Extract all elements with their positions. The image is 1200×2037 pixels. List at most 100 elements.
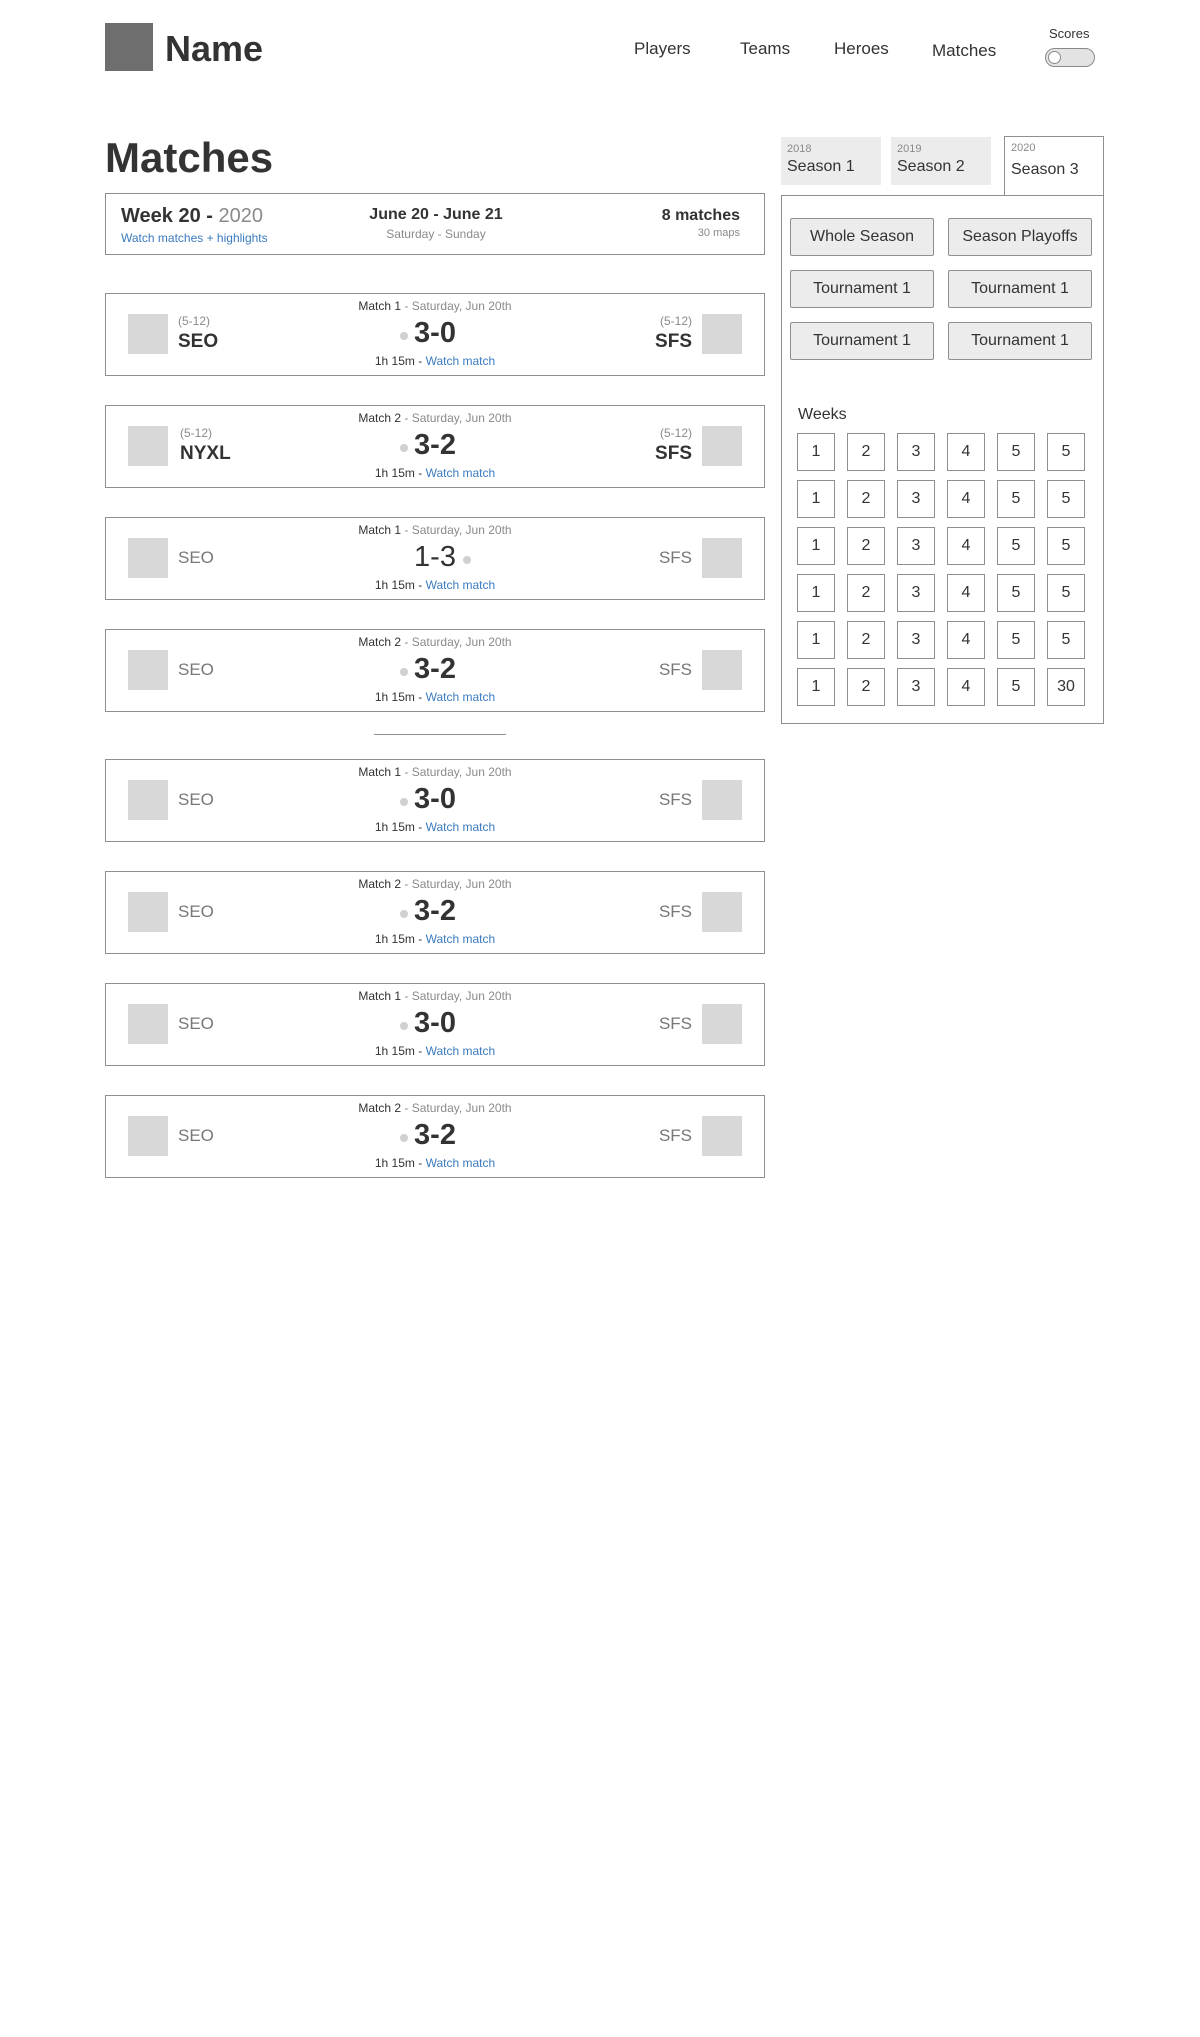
logo-icon[interactable] — [105, 23, 153, 71]
match-card[interactable]: Match 1 - Saturday, Jun 20th SEO 1-3 SFS… — [105, 517, 765, 600]
match-card[interactable]: Match 2 - Saturday, Jun 20th SEO 3-2 SFS… — [105, 1095, 765, 1178]
week-button[interactable]: 4 — [947, 574, 985, 612]
week-button[interactable]: 3 — [897, 621, 935, 659]
week-button[interactable]: 5 — [997, 527, 1035, 565]
watch-match-link[interactable]: Watch match — [426, 932, 496, 946]
week-days: Saturday - Sunday — [386, 227, 486, 241]
week-button[interactable]: 4 — [947, 668, 985, 706]
match-header: Match 2 - Saturday, Jun 20th — [358, 411, 512, 425]
week-button[interactable]: 1 — [797, 527, 835, 565]
tournament-button[interactable]: Tournament 1 — [948, 322, 1092, 360]
team-name-right[interactable]: SFS — [655, 331, 692, 353]
match-footer: 1h 15m - Watch match — [106, 466, 764, 480]
watch-match-link[interactable]: Watch match — [426, 820, 496, 834]
week-button[interactable]: 1 — [797, 621, 835, 659]
week-button[interactable]: 2 — [847, 433, 885, 471]
match-header: Match 1 - Saturday, Jun 20th — [358, 989, 512, 1003]
tab-year: 2020 — [1011, 142, 1036, 154]
week-button[interactable]: 1 — [797, 574, 835, 612]
week-button[interactable]: 2 — [847, 668, 885, 706]
week-button[interactable]: 5 — [1047, 480, 1085, 518]
match-header: Match 2 - Saturday, Jun 20th — [358, 635, 512, 649]
week-button[interactable]: 3 — [897, 480, 935, 518]
week-button[interactable]: 5 — [1047, 574, 1085, 612]
season-playoffs-button[interactable]: Season Playoffs — [948, 218, 1092, 256]
match-header: Match 1 - Saturday, Jun 20th — [358, 523, 512, 537]
watch-match-link[interactable]: Watch match — [426, 354, 496, 368]
week-button[interactable]: 1 — [797, 480, 835, 518]
tournament-button[interactable]: Tournament 1 — [790, 322, 934, 360]
team-logo-right — [702, 892, 742, 932]
team-name-right[interactable]: SFS — [655, 443, 692, 465]
tab-season-1[interactable]: 2018 Season 1 — [781, 137, 881, 185]
match-card[interactable]: Match 2 - Saturday, Jun 20th SEO 3-2 SFS… — [105, 629, 765, 712]
week-button[interactable]: 5 — [997, 574, 1035, 612]
match-footer: 1h 15m - Watch match — [106, 820, 764, 834]
week-button[interactable]: 4 — [947, 433, 985, 471]
week-button[interactable]: 2 — [847, 527, 885, 565]
week-button[interactable]: 4 — [947, 527, 985, 565]
week-label: Week 20 - — [121, 205, 213, 227]
week-button[interactable]: 2 — [847, 480, 885, 518]
watch-match-link[interactable]: Watch match — [426, 1044, 496, 1058]
match-duration: 1h 15m - — [374, 466, 423, 480]
week-button[interactable]: 2 — [847, 621, 885, 659]
week-button[interactable]: 3 — [897, 668, 935, 706]
watch-match-link[interactable]: Watch match — [426, 578, 496, 592]
week-button[interactable]: 5 — [997, 433, 1035, 471]
week-button[interactable]: 1 — [797, 668, 835, 706]
nav-heroes[interactable]: Heroes — [834, 38, 889, 60]
week-button[interactable]: 3 — [897, 574, 935, 612]
match-card[interactable]: Match 1 - Saturday, Jun 20th SEO 3-0 SFS… — [105, 983, 765, 1066]
week-title: Week 20 - 2020 — [121, 205, 263, 228]
match-card[interactable]: Match 1 - Saturday, Jun 20th (5-12) SEO … — [105, 293, 765, 376]
match-card[interactable]: Match 2 - Saturday, Jun 20th (5-12) NYXL… — [105, 405, 765, 488]
watch-match-link[interactable]: Watch match — [426, 690, 496, 704]
match-card[interactable]: Match 1 - Saturday, Jun 20th SEO 3-0 SFS… — [105, 759, 765, 842]
tab-year: 2019 — [897, 143, 922, 155]
week-button[interactable]: 5 — [1047, 527, 1085, 565]
toggle-knob — [1048, 51, 1061, 64]
watch-match-link[interactable]: Watch match — [426, 1156, 496, 1170]
tab-label: Season 1 — [787, 158, 855, 175]
tournament-button[interactable]: Tournament 1 — [790, 270, 934, 308]
watch-highlights-link[interactable]: Watch matches + highlights — [121, 231, 268, 245]
week-button[interactable]: 4 — [947, 621, 985, 659]
team-name-right[interactable]: SFS — [659, 1014, 692, 1034]
week-button[interactable]: 5 — [1047, 621, 1085, 659]
weeks-label: Weeks — [798, 406, 847, 423]
team-name-right[interactable]: SFS — [659, 548, 692, 568]
tab-season-3[interactable]: 2020 Season 3 — [1004, 136, 1104, 195]
match-footer: 1h 15m - Watch match — [106, 1044, 764, 1058]
week-button[interactable]: 2 — [847, 574, 885, 612]
team-name-right[interactable]: SFS — [659, 660, 692, 680]
week-button[interactable]: 4 — [947, 480, 985, 518]
team-name-right[interactable]: SFS — [659, 902, 692, 922]
tournament-button[interactable]: Tournament 1 — [948, 270, 1092, 308]
week-button[interactable]: 5 — [1047, 433, 1085, 471]
week-button[interactable]: 3 — [897, 527, 935, 565]
match-card[interactable]: Match 2 - Saturday, Jun 20th SEO 3-2 SFS… — [105, 871, 765, 954]
match-label: Match 1 — [358, 523, 402, 537]
tab-season-2[interactable]: 2019 Season 2 — [891, 137, 991, 185]
team-logo-right — [702, 650, 742, 690]
brand-name[interactable]: Name — [165, 26, 263, 72]
week-button[interactable]: 3 — [897, 433, 935, 471]
team-name-right[interactable]: SFS — [659, 790, 692, 810]
watch-match-link[interactable]: Watch match — [426, 466, 496, 480]
nav-matches[interactable]: Matches — [932, 40, 996, 62]
week-button[interactable]: 1 — [797, 433, 835, 471]
week-button[interactable]: 30 — [1047, 668, 1085, 706]
nav-players[interactable]: Players — [634, 38, 691, 60]
tab-label: Season 3 — [1011, 161, 1079, 178]
week-button[interactable]: 5 — [997, 668, 1035, 706]
week-button[interactable]: 5 — [997, 480, 1035, 518]
nav-teams[interactable]: Teams — [740, 38, 790, 60]
week-button[interactable]: 5 — [997, 621, 1035, 659]
match-label: Match 1 — [358, 989, 402, 1003]
scores-toggle[interactable] — [1045, 48, 1095, 67]
whole-season-button[interactable]: Whole Season — [790, 218, 934, 256]
team-name-right[interactable]: SFS — [659, 1126, 692, 1146]
team-logo-right — [702, 1004, 742, 1044]
match-duration: 1h 15m - — [374, 354, 423, 368]
